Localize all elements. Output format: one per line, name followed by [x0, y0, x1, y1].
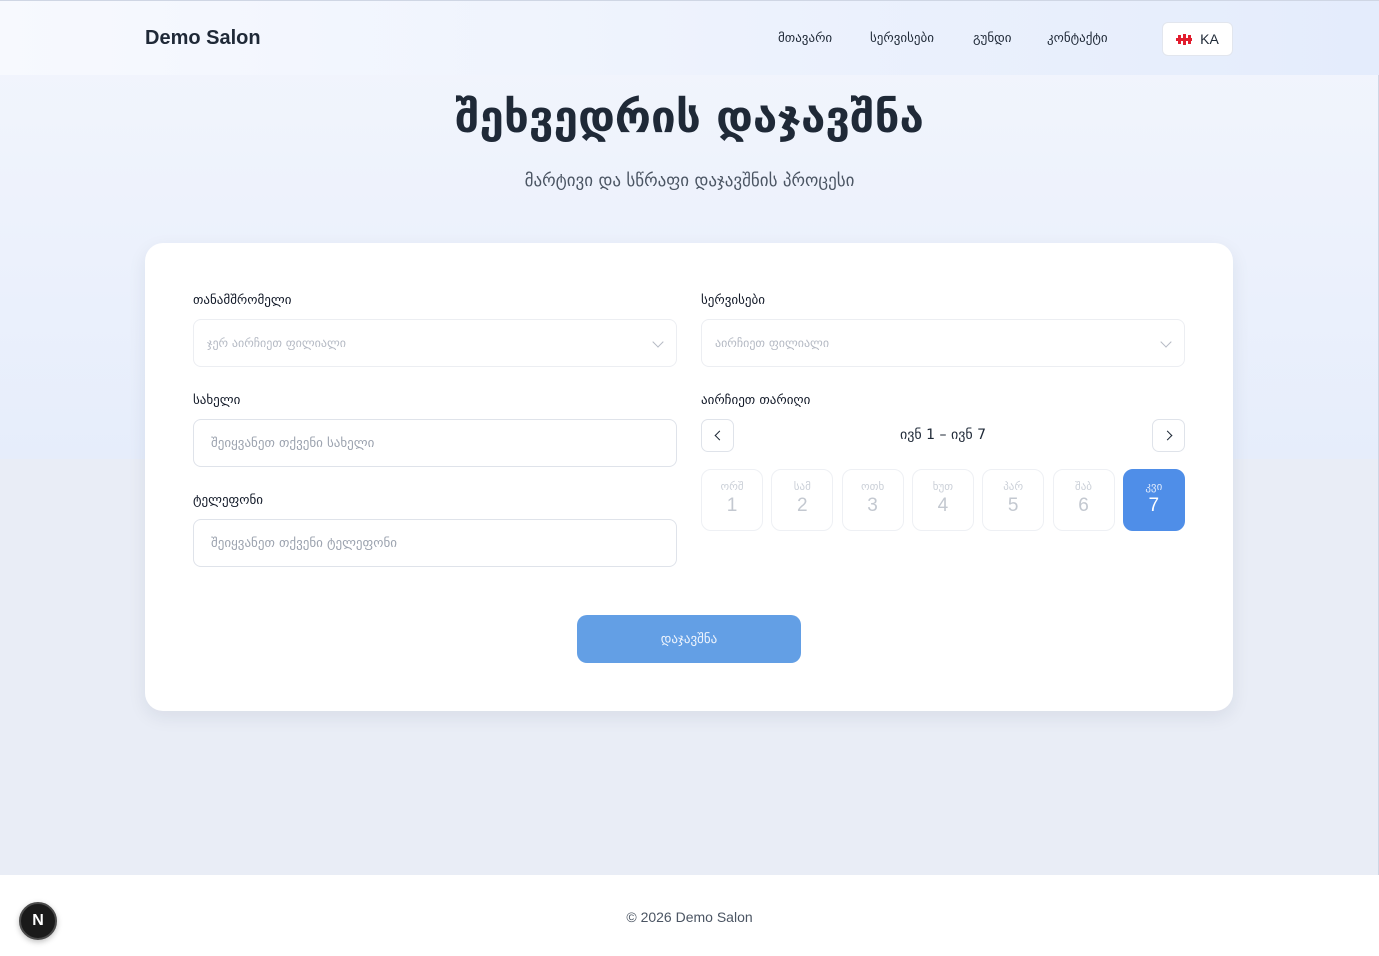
date-chip-weekday: კვი [1145, 480, 1163, 493]
date-chip-day-number: 7 [1148, 495, 1160, 516]
date-range-label: ივნ 1 – ივნ 7 [899, 427, 987, 443]
phone-label: ტელეფონი [193, 493, 264, 508]
nav-item-home[interactable]: მთავარი [778, 31, 832, 46]
date-chip-5[interactable]: პარ 5 [982, 469, 1045, 531]
employee-label: თანამშრომელი [193, 293, 292, 308]
date-chip-weekday: ოთხ [860, 480, 885, 493]
date-chip-weekday: ხუთ [932, 480, 954, 493]
site-footer: © 2026 Demo Salon [0, 875, 1379, 956]
name-input[interactable]: შეიყვანეთ თქვენი სახელი [193, 419, 677, 467]
service-select-placeholder: აირჩიეთ ფილიალი [715, 336, 830, 350]
date-label: აირჩიეთ თარიღი [701, 393, 811, 408]
name-label: სახელი [193, 393, 241, 408]
nav-item-services[interactable]: სერვისები [870, 31, 934, 46]
copyright-text: © 2026 Demo Salon [626, 909, 753, 925]
date-chip-3[interactable]: ოთხ 3 [841, 469, 904, 531]
site-header: Demo Salon მთავარი სერვისები გუნდი კონტა… [0, 0, 1379, 75]
date-chip-weekday: ორშ [720, 480, 744, 493]
georgia-flag-icon [1176, 33, 1193, 45]
date-chip-day-number: 5 [1007, 495, 1019, 516]
chevron-down-icon [652, 336, 664, 348]
date-chip-weekday: შაბ [1075, 480, 1092, 493]
page-subtitle: მარტივი და სწრაფი დაჯავშნის პროცესი [524, 171, 855, 191]
nav-item-team[interactable]: გუნდი [973, 31, 1012, 46]
date-chip-2[interactable]: სამ 2 [771, 469, 834, 531]
date-chip-day-number: 4 [937, 495, 949, 516]
chevron-down-icon [1160, 336, 1172, 348]
phone-input[interactable]: შეიყვანეთ თქვენი ტელეფონი [193, 519, 677, 567]
dev-tools-badge[interactable]: N [19, 902, 57, 940]
date-chip-6[interactable]: შაბ 6 [1052, 469, 1115, 531]
book-button[interactable]: დაჯავშნა [577, 615, 801, 663]
date-chip-day-number: 2 [797, 495, 808, 516]
service-select[interactable]: აირჩიეთ ფილიალი [701, 319, 1185, 367]
date-chip-1[interactable]: ორშ 1 [701, 469, 763, 531]
employee-select-placeholder: ჯერ აირჩიეთ ფილიალი [207, 336, 346, 350]
service-label: სერვისები [701, 293, 765, 308]
name-input-placeholder: შეიყვანეთ თქვენი სახელი [211, 435, 375, 451]
brand-logo[interactable]: Demo Salon [145, 27, 261, 50]
date-chip-day-number: 3 [867, 495, 878, 516]
page-title: შეხვედრის დაჯავშნა [455, 92, 924, 143]
phone-input-placeholder: შეიყვანეთ თქვენი ტელეფონი [211, 535, 397, 551]
language-switcher[interactable]: KA [1162, 22, 1233, 56]
employee-select[interactable]: ჯერ აირჩიეთ ფილიალი [193, 319, 677, 367]
nav-item-contact[interactable]: კონტაქტი [1047, 31, 1108, 46]
date-chip-weekday: პარ [1003, 480, 1024, 493]
date-chip-7[interactable]: კვი 7 [1122, 469, 1185, 531]
date-chip-day-number: 1 [726, 495, 738, 516]
chevron-right-icon [1162, 430, 1172, 441]
language-code: KA [1200, 31, 1219, 47]
date-chip-weekday: სამ [793, 480, 811, 493]
date-chip-day-number: 6 [1078, 495, 1089, 516]
date-chip-4[interactable]: ხუთ 4 [911, 469, 974, 531]
next-week-button[interactable] [1152, 419, 1185, 452]
